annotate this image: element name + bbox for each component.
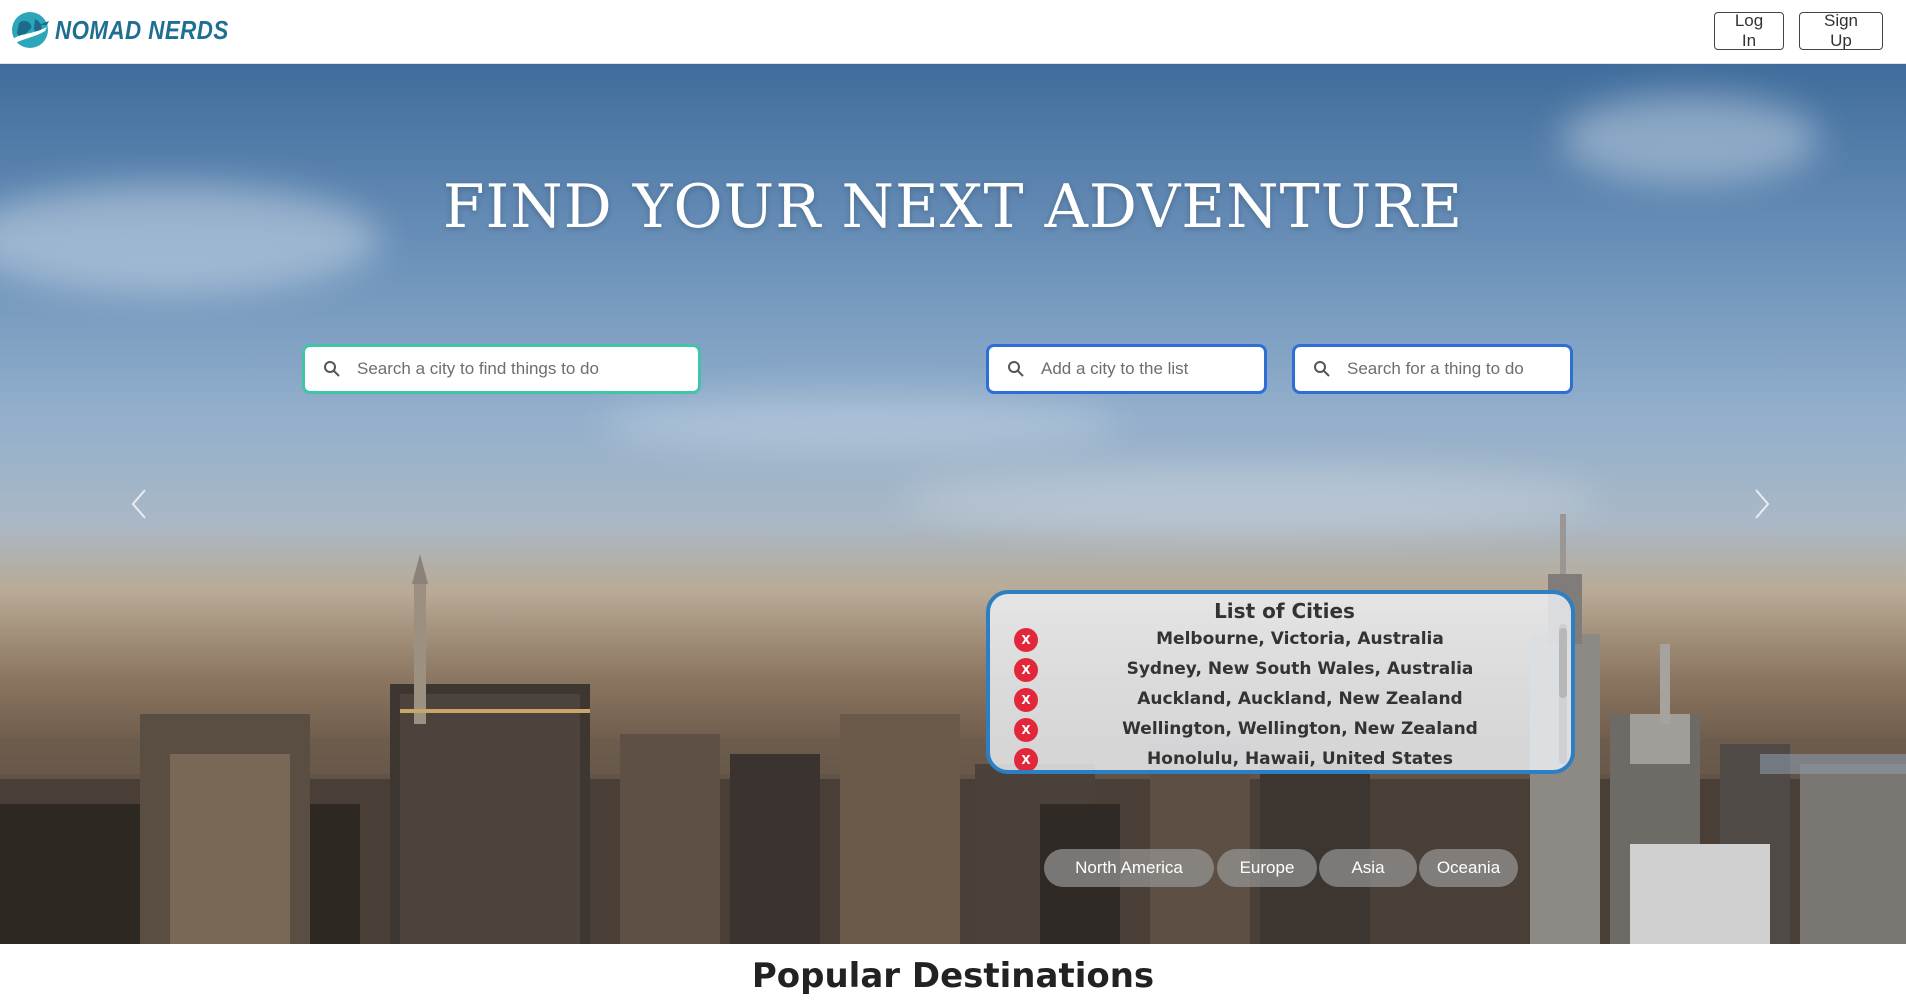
popular-destinations-title: Popular Destinations bbox=[751, 956, 1155, 996]
region-north-america[interactable]: North America bbox=[1044, 849, 1214, 887]
globe-icon bbox=[12, 12, 49, 48]
cities-scrollbar[interactable] bbox=[1559, 624, 1567, 764]
region-asia[interactable]: Asia bbox=[1319, 849, 1417, 887]
add-city-box[interactable] bbox=[986, 344, 1267, 394]
remove-city-button[interactable]: X bbox=[1014, 628, 1038, 652]
login-button[interactable]: Log In bbox=[1714, 11, 1784, 50]
remove-city-button[interactable]: X bbox=[1014, 688, 1038, 712]
remove-city-button[interactable]: X bbox=[1014, 748, 1038, 770]
hero-title: FIND YOUR NEXT ADVENTURE bbox=[442, 172, 1464, 242]
city-list-item: X Auckland, Auckland, New Zealand bbox=[990, 686, 1550, 714]
city-list-item: X Wellington, Wellington, New Zealand bbox=[990, 716, 1550, 744]
region-europe[interactable]: Europe bbox=[1217, 849, 1317, 887]
city-name: Wellington, Wellington, New Zealand bbox=[1122, 719, 1478, 739]
city-name: Auckland, Auckland, New Zealand bbox=[1137, 689, 1463, 709]
search-icon bbox=[1008, 361, 1024, 377]
city-list-item: X Honolulu, Hawaii, United States bbox=[990, 746, 1550, 770]
city-search-input[interactable] bbox=[357, 359, 698, 379]
cloud-decoration bbox=[600, 394, 1120, 454]
city-list-item: X Sydney, New South Wales, Australia bbox=[990, 656, 1550, 684]
brand-logo[interactable]: NOMAD NERDS bbox=[9, 9, 257, 51]
city-search-box[interactable] bbox=[302, 344, 701, 394]
cities-list-title: List of Cities bbox=[1214, 599, 1355, 623]
remove-city-button[interactable]: X bbox=[1014, 718, 1038, 742]
city-list-item: X Melbourne, Victoria, Australia bbox=[990, 626, 1550, 654]
thing-search-box[interactable] bbox=[1292, 344, 1573, 394]
brand-name: NOMAD NERDS bbox=[55, 14, 229, 45]
carousel-next-icon[interactable] bbox=[1746, 484, 1776, 524]
search-icon bbox=[1314, 361, 1330, 377]
city-name: Honolulu, Hawaii, United States bbox=[1147, 749, 1453, 769]
signup-button[interactable]: Sign Up bbox=[1799, 11, 1883, 50]
city-name: Sydney, New South Wales, Australia bbox=[1126, 659, 1474, 679]
city-skyline-image bbox=[0, 514, 1906, 944]
region-oceania[interactable]: Oceania bbox=[1419, 849, 1518, 887]
scrollbar-thumb[interactable] bbox=[1559, 628, 1567, 698]
remove-city-button[interactable]: X bbox=[1014, 658, 1038, 682]
cloud-decoration bbox=[1560, 94, 1820, 184]
hero-carousel: FIND YOUR NEXT ADVENTURE List of Cities … bbox=[0, 64, 1906, 944]
search-icon bbox=[324, 361, 340, 377]
cities-list-panel: List of Cities X Melbourne, Victoria, Au… bbox=[986, 590, 1575, 774]
city-name: Melbourne, Victoria, Australia bbox=[1156, 629, 1444, 649]
add-city-input[interactable] bbox=[1041, 359, 1264, 379]
carousel-prev-icon[interactable] bbox=[125, 484, 155, 524]
navbar: NOMAD NERDS Log In Sign Up bbox=[0, 0, 1906, 64]
thing-search-input[interactable] bbox=[1347, 359, 1570, 379]
